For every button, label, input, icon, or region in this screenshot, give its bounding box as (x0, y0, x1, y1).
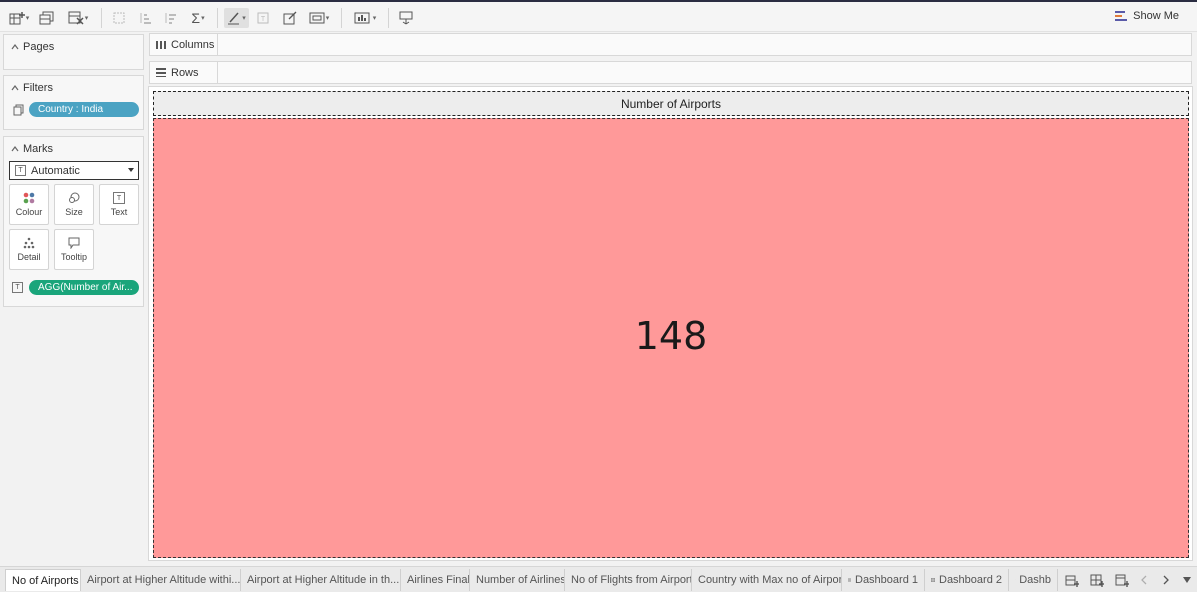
toolbar: ▾ ▾ Σ ▾ ▾ T ▾ ▾ Show Me (0, 2, 1197, 32)
toolbar-separator (101, 8, 102, 28)
sheet-tab-label: Number of Airlines (476, 574, 565, 586)
annotate-icon[interactable] (282, 8, 298, 28)
sort-ascending-icon[interactable] (136, 8, 154, 28)
tooltip-label: Tooltip (60, 252, 87, 262)
columns-icon (156, 41, 166, 49)
sheet-tab-label: No of Flights from Airport (571, 574, 692, 586)
show-me-label: Show Me (1133, 10, 1179, 22)
text-icon: T (113, 192, 125, 204)
marks-panel: Marks T Automatic Colour Size T Text Det… (3, 136, 144, 307)
tooltip-icon (68, 237, 80, 249)
dashboard-tab[interactable]: Dashboard 1 (842, 569, 925, 591)
text-label-icon[interactable]: T (255, 8, 271, 28)
sheet-tab[interactable]: Country with Max no of Airport (692, 569, 842, 591)
dashboard-icon (931, 578, 935, 582)
rows-shelf[interactable]: Rows (149, 61, 1192, 84)
filter-context-icon (13, 104, 24, 116)
detail-button[interactable]: Detail (9, 229, 49, 270)
dashboard-tab[interactable]: Dashb (1009, 569, 1058, 591)
toolbar-separator (341, 8, 342, 28)
filters-header[interactable]: Filters (4, 76, 143, 96)
rows-shelf-label: Rows (150, 62, 218, 83)
dropdown-arrow-icon (128, 168, 134, 172)
dashboard-tab-label: Dashboard 2 (939, 574, 1002, 586)
colour-icon (23, 192, 35, 204)
size-icon (69, 192, 80, 203)
pages-header[interactable]: Pages (4, 35, 143, 55)
show-me-icon (1115, 10, 1128, 21)
text-button[interactable]: T Text (99, 184, 139, 225)
view-header-label: Number of Airports (620, 96, 722, 111)
pages-label: Pages (23, 41, 55, 53)
rows-label: Rows (171, 66, 199, 79)
totals-sigma-icon[interactable]: Σ ▾ (187, 8, 209, 28)
sheet-tab-label: Country with Max no of Airport (698, 574, 842, 586)
toolbar-separator (217, 8, 218, 28)
marks-label: Marks (23, 143, 53, 155)
sheet-tab[interactable]: No of Flights from Airport (565, 569, 692, 591)
text-mark-cell[interactable]: 148 (153, 118, 1189, 558)
highlight-pen-icon[interactable]: ▾ (224, 8, 249, 28)
dashboard-tab[interactable]: Dashboard 2 (925, 569, 1009, 591)
sheet-tab-label: Airport at Higher Altitude in th... (247, 574, 400, 586)
detail-icon (23, 237, 35, 249)
dashboard-icon (848, 578, 851, 582)
new-story-tab-icon[interactable] (1111, 569, 1133, 591)
collapse-chevron-icon (11, 44, 19, 50)
filters-panel: Filters Country : India (3, 75, 144, 130)
scroll-left-icon[interactable] (1136, 569, 1152, 591)
mark-type-select[interactable]: T Automatic (9, 161, 139, 180)
sheet-tab-label: Airport at Higher Altitude withi... (87, 574, 241, 586)
tooltip-button[interactable]: Tooltip (54, 229, 94, 270)
airport-count-value: 148 (634, 313, 708, 358)
sheet-tab-label: No of Airports (12, 574, 79, 587)
sheet-tab[interactable]: Number of Airlines (470, 569, 565, 591)
text-label: Text (110, 207, 128, 217)
sheet-tab[interactable]: Airport at Higher Altitude in th... (241, 569, 401, 591)
sheet-tab[interactable]: Airport at Higher Altitude withi... (81, 569, 241, 591)
toolbar-separator (388, 8, 389, 28)
filter-pill-country[interactable]: Country : India (29, 102, 139, 117)
show-labels-icon[interactable]: ▾ (351, 8, 379, 28)
measure-pill-number-of-airports[interactable]: AGG(Number of Air... (29, 280, 139, 295)
svg-text:T: T (261, 16, 266, 23)
collapse-chevron-icon (11, 146, 19, 152)
colour-label: Colour (15, 207, 43, 217)
dashboard-tab-label: Dashboard 1 (855, 574, 918, 586)
view-header[interactable]: Number of Airports (153, 91, 1189, 116)
marks-header[interactable]: Marks (4, 137, 143, 157)
clear-sheet-icon[interactable]: ▾ (66, 8, 90, 28)
scroll-right-icon[interactable] (1158, 569, 1174, 591)
new-worksheet-tab-icon[interactable] (1061, 569, 1083, 591)
text-encoding-icon: T (12, 282, 23, 293)
filters-label: Filters (23, 82, 53, 94)
sheet-tab-label: Airlines Final (407, 574, 470, 586)
tab-list-dropdown-icon[interactable] (1179, 569, 1195, 591)
presentation-icon[interactable] (397, 8, 415, 28)
sheet-tab[interactable]: No of Airports (5, 569, 81, 591)
new-dashboard-tab-icon[interactable] (1086, 569, 1108, 591)
dashboard-tab-label: Dashb (1019, 574, 1051, 586)
new-worksheet-icon[interactable]: ▾ (8, 8, 30, 28)
text-mark-icon: T (15, 165, 26, 176)
size-label: Size (65, 207, 83, 217)
rows-icon (156, 68, 166, 77)
fit-view-icon[interactable]: ▾ (306, 8, 332, 28)
show-me-button[interactable]: Show Me (1115, 10, 1179, 22)
size-button[interactable]: Size (54, 184, 94, 225)
columns-label: Columns (171, 38, 215, 51)
mark-type-value: Automatic (31, 164, 80, 177)
swap-icon[interactable] (110, 8, 128, 28)
columns-shelf-label: Columns (150, 34, 218, 55)
detail-label: Detail (17, 252, 41, 262)
colour-button[interactable]: Colour (9, 184, 49, 225)
duplicate-icon[interactable] (38, 8, 56, 28)
view-canvas: Number of Airports 148 (148, 86, 1193, 561)
sheet-tab[interactable]: Airlines Final (401, 569, 470, 591)
sheet-tab-bar: No of Airports Airport at Higher Altitud… (0, 566, 1197, 592)
collapse-chevron-icon (11, 85, 19, 91)
columns-shelf[interactable]: Columns (149, 33, 1192, 56)
pages-panel: Pages (3, 34, 144, 70)
sort-descending-icon[interactable] (161, 8, 179, 28)
